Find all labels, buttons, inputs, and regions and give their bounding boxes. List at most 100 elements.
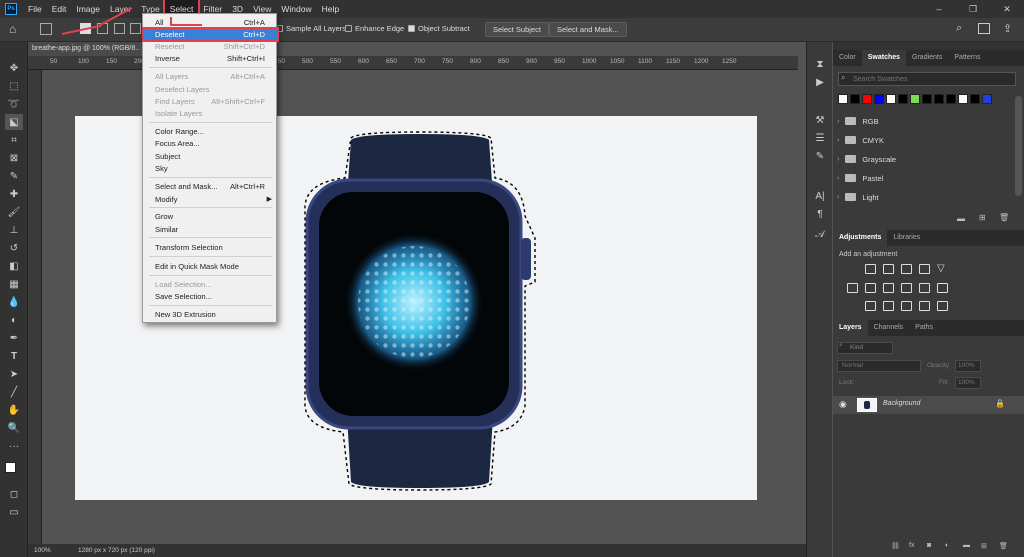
paragraph-icon[interactable]: ¶ [813, 208, 827, 222]
healing-tool-icon[interactable]: ✚ [5, 186, 23, 202]
screen-mode-icon[interactable]: ▭ [5, 504, 23, 520]
object-subtract-checkbox[interactable]: Object Subtract [408, 24, 470, 33]
fill-field[interactable]: 100% [955, 377, 981, 389]
menu-item-sky[interactable]: Sky [144, 163, 277, 174]
share-icon[interactable]: ⇪ [1003, 22, 1012, 35]
tab-swatches[interactable]: Swatches [861, 50, 907, 66]
minimize-button[interactable]: – [922, 0, 956, 18]
eye-icon[interactable]: ◉ [839, 399, 847, 410]
home-icon[interactable]: ⌂ [9, 22, 16, 36]
posterize-icon[interactable] [883, 301, 894, 311]
object-selection-tool-icon[interactable]: ⬕ [5, 114, 23, 130]
blur-tool-icon[interactable]: 💧 [5, 294, 23, 310]
swatch-group-light[interactable]: › Light [837, 190, 1017, 204]
menu-item-reselect[interactable]: Reselect Shift+Ctrl+D [144, 41, 277, 52]
hand-tool-icon[interactable]: ✋ [5, 402, 23, 418]
menu-item-quick-mask[interactable]: Edit in Quick Mask Mode [144, 261, 277, 272]
zoom-tool-icon[interactable]: 🔍 [5, 420, 23, 436]
tab-layers[interactable]: Layers [833, 320, 868, 336]
history-brush-tool-icon[interactable]: ↺ [5, 240, 23, 256]
tab-paths[interactable]: Paths [909, 320, 939, 336]
menu-item-color-range[interactable]: Color Range... [144, 126, 277, 137]
add-mask-icon[interactable]: ◙ [927, 542, 931, 549]
adjustment-layer-icon[interactable]: ◐ [945, 542, 949, 549]
menu-window[interactable]: Window [276, 0, 316, 18]
color-lookup-icon[interactable] [937, 283, 948, 293]
swatch-group-rgb[interactable]: › RGB [837, 114, 1017, 128]
gradient-tool-icon[interactable]: ▦ [5, 276, 23, 292]
brush-tool-icon[interactable]: 🖌 [5, 204, 23, 220]
swatch[interactable] [958, 94, 968, 104]
tab-gradients[interactable]: Gradients [906, 50, 948, 66]
stamp-tool-icon[interactable]: ⊥ [5, 222, 23, 238]
swatch[interactable] [862, 94, 872, 104]
brightness-contrast-icon[interactable] [865, 264, 876, 274]
search-swatches-input[interactable] [838, 72, 1016, 86]
frame-tool-icon[interactable]: ⊠ [5, 150, 23, 166]
swatch[interactable] [922, 94, 932, 104]
delete-icon[interactable]: 🗑 [999, 213, 1009, 222]
menu-item-transform-selection[interactable]: Transform Selection [144, 242, 277, 253]
intersect-selection-icon[interactable] [130, 23, 141, 34]
move-tool-icon[interactable]: ✥ [5, 60, 23, 76]
new-layer-icon[interactable]: ⊞ [981, 542, 987, 550]
zoom-level[interactable]: 100% [34, 544, 51, 557]
search-icon[interactable]: ⌕ [956, 22, 962, 35]
foreground-color-swatch[interactable] [5, 462, 16, 473]
eyedropper-tool-icon[interactable]: ✎ [5, 168, 23, 184]
new-group-icon[interactable]: ▬ [963, 542, 970, 549]
swatch[interactable] [874, 94, 884, 104]
menu-item-subject[interactable]: Subject [144, 151, 277, 162]
vibrance-icon[interactable]: ▽ [937, 264, 948, 274]
threshold-icon[interactable] [901, 301, 912, 311]
swatch-group-cmyk[interactable]: › CMYK [837, 133, 1017, 147]
layer-name[interactable]: Background [883, 400, 920, 407]
invert-icon[interactable] [865, 301, 876, 311]
menu-item-deselect-layers[interactable]: Deselect Layers [144, 84, 277, 95]
menu-item-grow[interactable]: Grow [144, 211, 277, 222]
line-tool-icon[interactable]: ╱ [5, 384, 23, 400]
lasso-tool-icon[interactable]: ➰ [5, 96, 23, 112]
swatch-group-pastel[interactable]: › Pastel [837, 171, 1017, 185]
exposure-icon[interactable] [919, 264, 930, 274]
tool-presets-icon[interactable]: ⚒ [813, 114, 827, 128]
menu-item-new-3d-extrusion[interactable]: New 3D Extrusion [144, 309, 277, 320]
glyphs-icon[interactable]: 𝒜 [813, 228, 827, 242]
pen-tool-icon[interactable]: ✒ [5, 330, 23, 346]
swatch[interactable] [934, 94, 944, 104]
gradient-map-icon[interactable] [937, 301, 948, 311]
layer-filter-select[interactable]: Kind [837, 342, 893, 354]
levels-icon[interactable] [883, 264, 894, 274]
document-tab[interactable]: breathe-app.jpg @ 100% (RGB/8... [28, 42, 140, 56]
quick-mask-icon[interactable]: ◻ [5, 486, 23, 502]
menu-item-all-layers[interactable]: All Layers Alt+Ctrl+A [144, 71, 277, 82]
photo-filter-icon[interactable] [901, 283, 912, 293]
character-icon[interactable]: A| [813, 190, 827, 204]
menu-file[interactable]: File [23, 0, 47, 18]
layer-row[interactable]: ◉ Background 🔒 [833, 396, 1024, 414]
swatch[interactable] [910, 94, 920, 104]
marquee-tool-icon[interactable]: ⬚ [5, 78, 23, 94]
menu-item-modify[interactable]: Modify ▶ [144, 194, 277, 205]
black-white-icon[interactable] [883, 283, 894, 293]
select-subject-button[interactable]: Select Subject [485, 22, 549, 37]
workspace-icon[interactable] [978, 23, 990, 34]
sample-all-layers-checkbox[interactable]: Sample All Layers [276, 24, 346, 33]
menu-edit[interactable]: Edit [47, 0, 72, 18]
subtract-selection-icon[interactable] [114, 23, 125, 34]
channel-mixer-icon[interactable] [919, 283, 930, 293]
menu-item-select-and-mask[interactable]: Select and Mask... Alt+Ctrl+R [144, 181, 277, 192]
color-balance-icon[interactable] [865, 283, 876, 293]
swatch[interactable] [886, 94, 896, 104]
opacity-field[interactable]: 100% [955, 360, 981, 372]
crop-tool-icon[interactable]: ⌗ [5, 132, 23, 148]
menu-item-all[interactable]: All Ctrl+A [144, 17, 277, 28]
swatch[interactable] [982, 94, 992, 104]
menu-item-load-selection[interactable]: Load Selection... [144, 279, 277, 290]
properties-icon[interactable]: ☰ [813, 132, 827, 146]
swatch-group-grayscale[interactable]: › Grayscale [837, 152, 1017, 166]
type-tool-icon[interactable]: T [5, 348, 23, 364]
eraser-tool-icon[interactable]: ◧ [5, 258, 23, 274]
close-button[interactable]: ✕ [990, 0, 1024, 18]
fx-icon[interactable]: fx [909, 542, 914, 549]
